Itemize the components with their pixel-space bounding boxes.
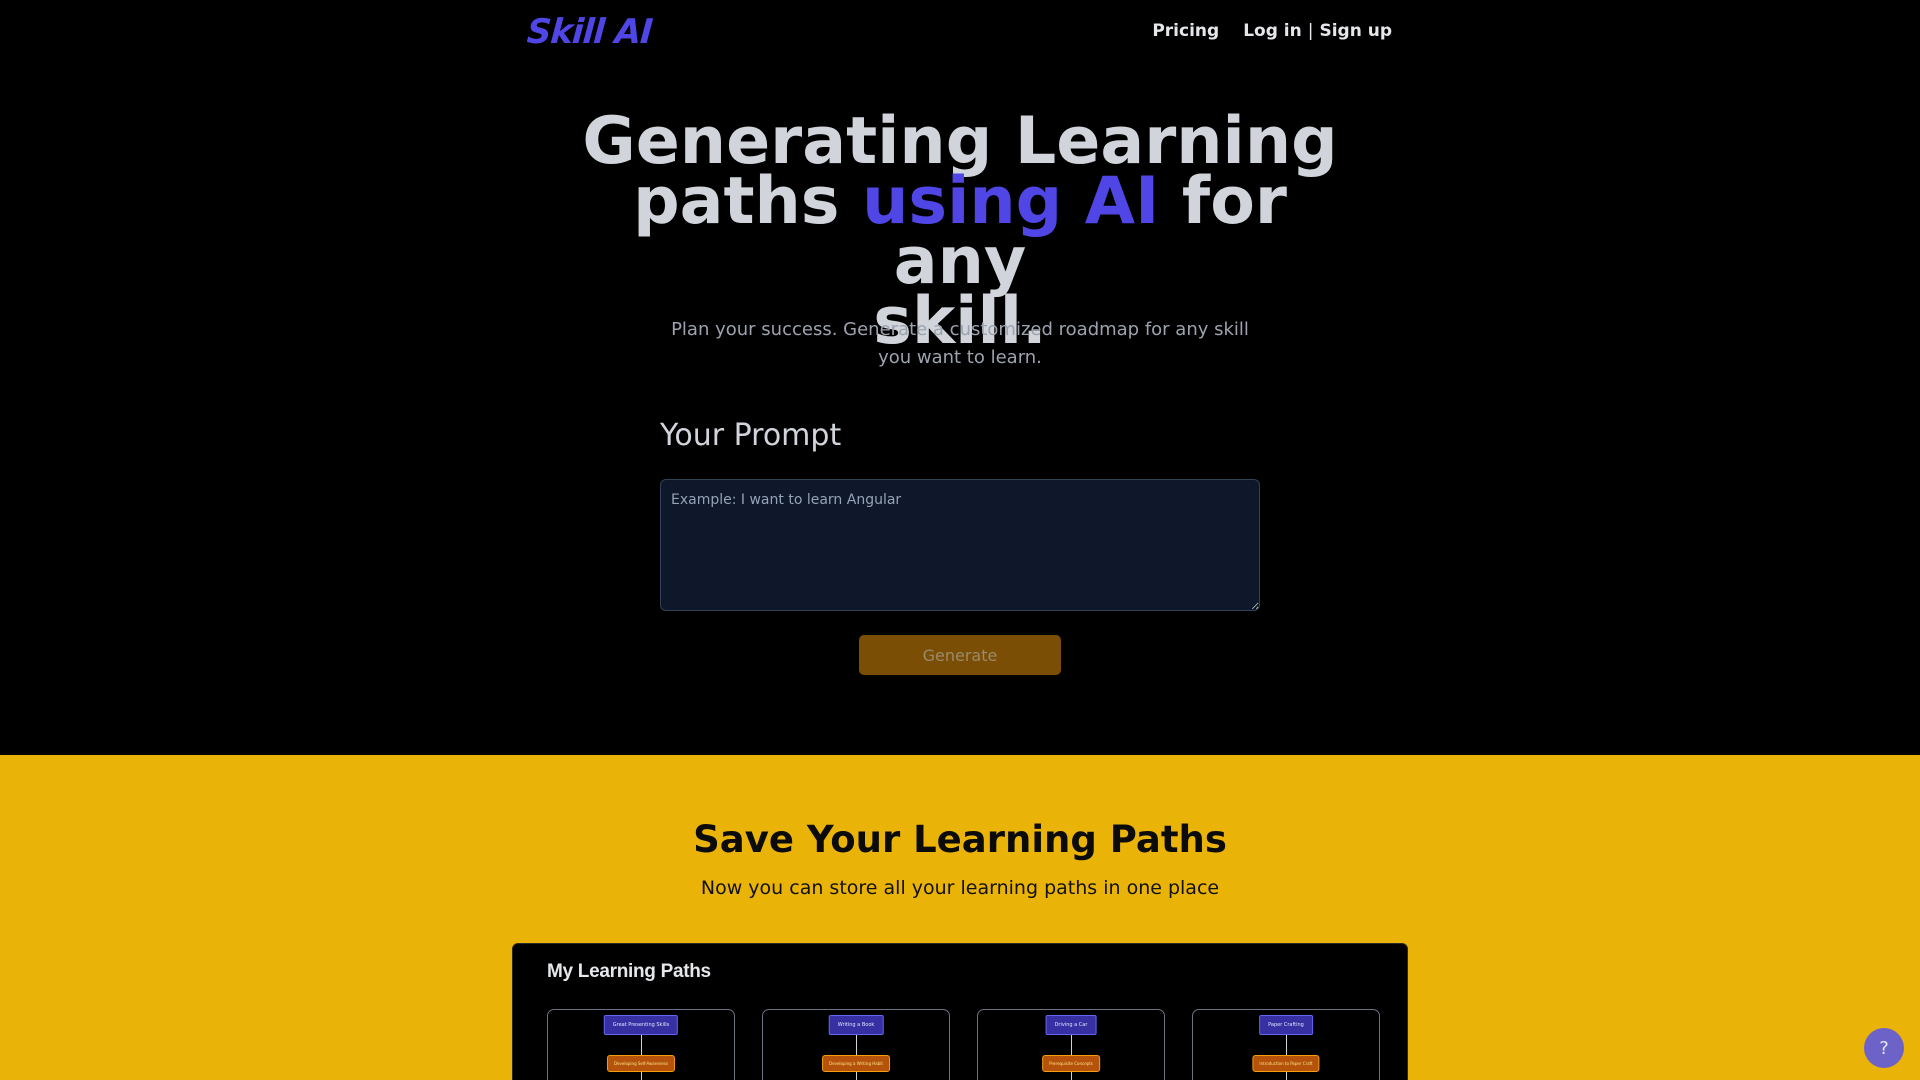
learning-path-card[interactable]: Writing a Book Developing a Writing Habi… bbox=[762, 1009, 950, 1080]
nav-links: Pricing Log in | Sign up bbox=[1152, 21, 1392, 41]
path-step-node: Developing a Writing Habit bbox=[822, 1055, 890, 1072]
generate-button[interactable]: Generate bbox=[859, 635, 1061, 675]
learning-path-card[interactable]: Driving a Car Prerequisite Concepts bbox=[977, 1009, 1165, 1080]
signup-link[interactable]: Sign up bbox=[1319, 21, 1392, 41]
pricing-link[interactable]: Pricing bbox=[1152, 21, 1219, 41]
top-nav: Skill AI Pricing Log in | Sign up bbox=[0, 0, 1920, 64]
path-step-node: Developing Self-Awareness bbox=[606, 1055, 676, 1072]
path-root-node: Writing a Book bbox=[828, 1015, 884, 1035]
save-section-title: Save Your Learning Paths bbox=[693, 818, 1227, 861]
help-button[interactable]: ? bbox=[1864, 1028, 1904, 1068]
path-step-node: Introduction to Paper Craft bbox=[1252, 1055, 1320, 1072]
path-root-node: Great Presenting Skills bbox=[603, 1015, 679, 1035]
hero-subtitle: Plan your success. Generate a customized… bbox=[671, 319, 1249, 368]
path-root-node: Paper Crafting bbox=[1259, 1015, 1313, 1035]
learning-paths-panel: My Learning Paths Great Presenting Skill… bbox=[512, 943, 1408, 1080]
learning-path-cards: Great Presenting Skills Developing Self-… bbox=[547, 1009, 1380, 1080]
learning-path-card[interactable]: Great Presenting Skills Developing Self-… bbox=[547, 1009, 735, 1080]
path-root-node: Driving a Car bbox=[1045, 1015, 1097, 1035]
learning-paths-title: My Learning Paths bbox=[547, 961, 711, 982]
save-section-subtitle: Now you can store all your learning path… bbox=[700, 877, 1220, 899]
learning-path-card[interactable]: Paper Crafting Introduction to Paper Cra… bbox=[1192, 1009, 1380, 1080]
prompt-input[interactable] bbox=[660, 479, 1260, 611]
prompt-label: Your Prompt bbox=[660, 418, 842, 453]
hero-title-line2-start: paths bbox=[633, 164, 863, 239]
nav-separator: | bbox=[1307, 21, 1314, 41]
login-link[interactable]: Log in bbox=[1243, 21, 1302, 41]
logo[interactable]: Skill AI bbox=[526, 12, 654, 52]
path-step-node: Prerequisite Concepts bbox=[1042, 1055, 1100, 1072]
